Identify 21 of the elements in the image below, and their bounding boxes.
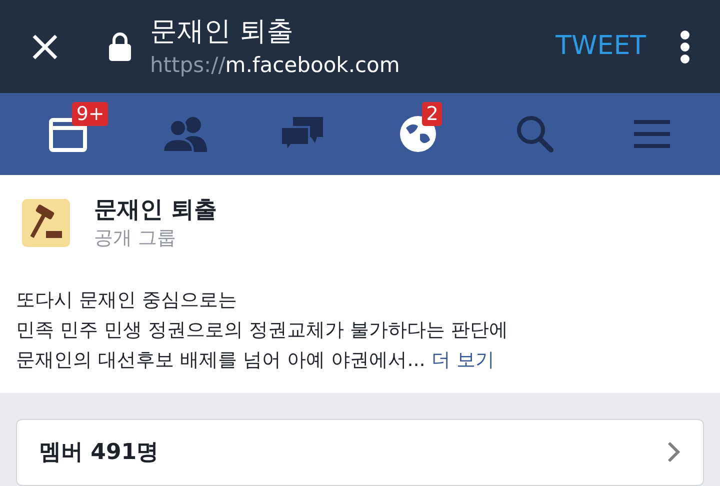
search-icon bbox=[514, 114, 555, 154]
group-description: 또다시 문재인 중심으로는 민족 민주 민생 정권으로의 정권교체가 불가하다는 판단에 문재인의 대선후보 배제를 넘어 아예 야권에서... 더 보기 bbox=[15, 288, 510, 373]
more-options-icon bbox=[680, 30, 690, 64]
nav-tab[interactable]: 2 bbox=[376, 102, 460, 166]
see-more-link[interactable]: 더 보기 bbox=[431, 348, 494, 371]
tweet-button[interactable]: TWEET bbox=[556, 27, 646, 66]
chevron-right-icon bbox=[667, 441, 681, 464]
more-options-button[interactable] bbox=[680, 30, 690, 64]
nav-tab[interactable]: 9+ bbox=[26, 102, 110, 166]
close-icon bbox=[31, 32, 59, 61]
members-card[interactable]: 멤버 491명 bbox=[16, 418, 704, 486]
members-count: 멤버 491명 bbox=[39, 438, 159, 467]
gavel-icon bbox=[22, 198, 70, 247]
group-name: 문재인 퇴출 bbox=[94, 196, 218, 225]
notification-badge: 2 bbox=[422, 102, 442, 126]
lock-icon bbox=[108, 32, 132, 62]
group-privacy: 공개 그룹 bbox=[94, 226, 178, 251]
url-scheme: https:// bbox=[150, 52, 226, 79]
url-host: m.facebook.com bbox=[225, 52, 400, 79]
notification-badge: 9+ bbox=[72, 102, 108, 126]
page-title: 문재인 퇴출 bbox=[150, 14, 295, 49]
